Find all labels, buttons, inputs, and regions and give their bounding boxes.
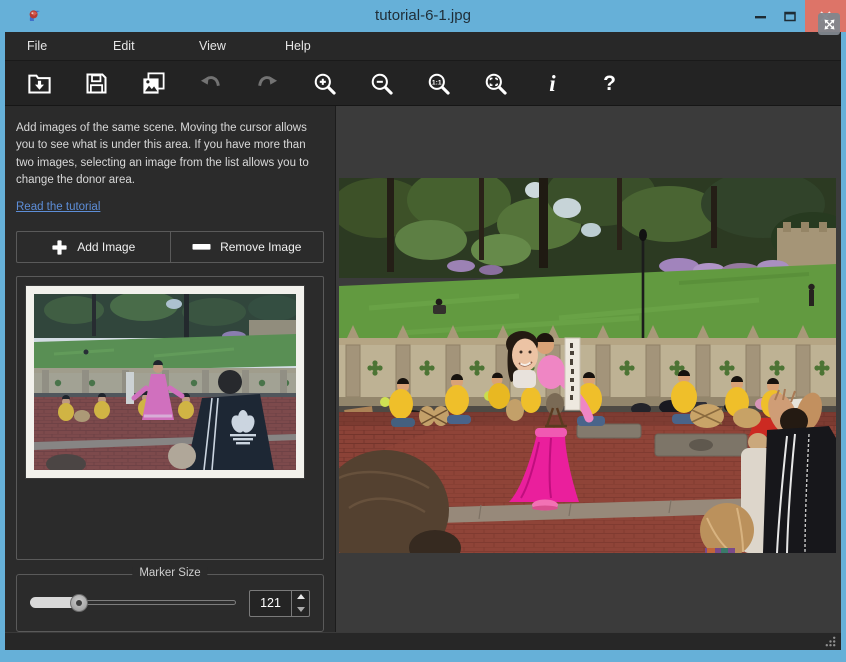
resize-grip[interactable] (825, 636, 836, 647)
spin-arrows (291, 591, 309, 616)
menu-file[interactable]: File (5, 39, 91, 53)
menu-view[interactable]: View (177, 39, 263, 53)
thumbnail-photo (34, 294, 296, 470)
open-folder-icon (26, 70, 53, 97)
marker-size-spinbox (249, 590, 310, 617)
menu-help[interactable]: Help (263, 39, 349, 53)
redo-button[interactable] (247, 63, 288, 103)
window-title: tutorial-6-1.jpg (120, 0, 726, 32)
image-buttons-row: Add Image Remove Image (16, 231, 324, 263)
arrow-down-icon (297, 607, 305, 612)
info-icon: i (549, 72, 555, 95)
save-icon (83, 70, 110, 97)
help-button[interactable]: ? (589, 63, 630, 103)
save-button[interactable] (76, 63, 117, 103)
spin-up-button[interactable] (292, 591, 309, 604)
marker-size-group: Marker Size (16, 574, 324, 632)
slider-thumb[interactable] (70, 594, 88, 612)
maximize-icon (784, 11, 796, 22)
svg-text:1:1: 1:1 (432, 79, 442, 86)
undo-icon (197, 70, 224, 97)
maximize-button[interactable] (775, 0, 805, 32)
remove-image-label: Remove Image (220, 240, 301, 254)
images-icon (140, 70, 167, 97)
minimize-icon (755, 11, 766, 21)
menu-edit[interactable]: Edit (91, 39, 177, 53)
zoom-actual-size-button[interactable]: 1:1 (418, 63, 459, 103)
open-button[interactable] (19, 63, 60, 103)
image-list-item-thumbnail[interactable] (26, 286, 304, 478)
menu-bar: File Edit View Help (5, 32, 841, 60)
zoom-out-icon (368, 70, 395, 97)
app-window: tutorial-6-1.jpg File (0, 0, 846, 662)
canvas-pane[interactable] (336, 106, 841, 632)
add-image-button[interactable]: Add Image (17, 232, 170, 262)
main-photo[interactable] (339, 178, 836, 553)
marker-size-slider[interactable] (30, 593, 236, 613)
minus-icon (192, 243, 211, 251)
title-bar[interactable]: tutorial-6-1.jpg (0, 0, 846, 32)
sidebar: Add images of the same scene. Moving the… (5, 106, 336, 632)
marker-size-input[interactable] (250, 591, 291, 616)
minimize-button[interactable] (745, 0, 775, 32)
plus-icon (51, 239, 68, 256)
spin-down-button[interactable] (292, 603, 309, 616)
zoom-out-button[interactable] (361, 63, 402, 103)
status-bar (5, 632, 841, 650)
arrow-up-icon (297, 594, 305, 599)
undo-button[interactable] (190, 63, 231, 103)
zoom-in-icon (311, 70, 338, 97)
content-area: Add images of the same scene. Moving the… (5, 106, 841, 632)
help-icon: ? (603, 73, 616, 94)
toolbar: 1:1 i ? (5, 60, 841, 106)
remove-image-button[interactable]: Remove Image (170, 232, 324, 262)
add-image-label: Add Image (77, 240, 135, 254)
redo-icon (254, 70, 281, 97)
zoom-fit-icon (482, 70, 509, 97)
instructions-text: Add images of the same scene. Moving the… (16, 120, 324, 189)
read-tutorial-link[interactable]: Read the tutorial (16, 201, 100, 213)
marker-size-label: Marker Size (132, 567, 207, 579)
zoom-fit-button[interactable] (475, 63, 516, 103)
export-image-button[interactable] (133, 63, 174, 103)
app-body: File Edit View Help (5, 32, 841, 650)
image-list (16, 276, 324, 560)
zoom-actual-size-icon: 1:1 (425, 70, 452, 97)
capture-cursor-overlay-icon (818, 13, 840, 35)
app-logo-icon (26, 7, 44, 25)
zoom-in-button[interactable] (304, 63, 345, 103)
info-button[interactable]: i (532, 63, 573, 103)
